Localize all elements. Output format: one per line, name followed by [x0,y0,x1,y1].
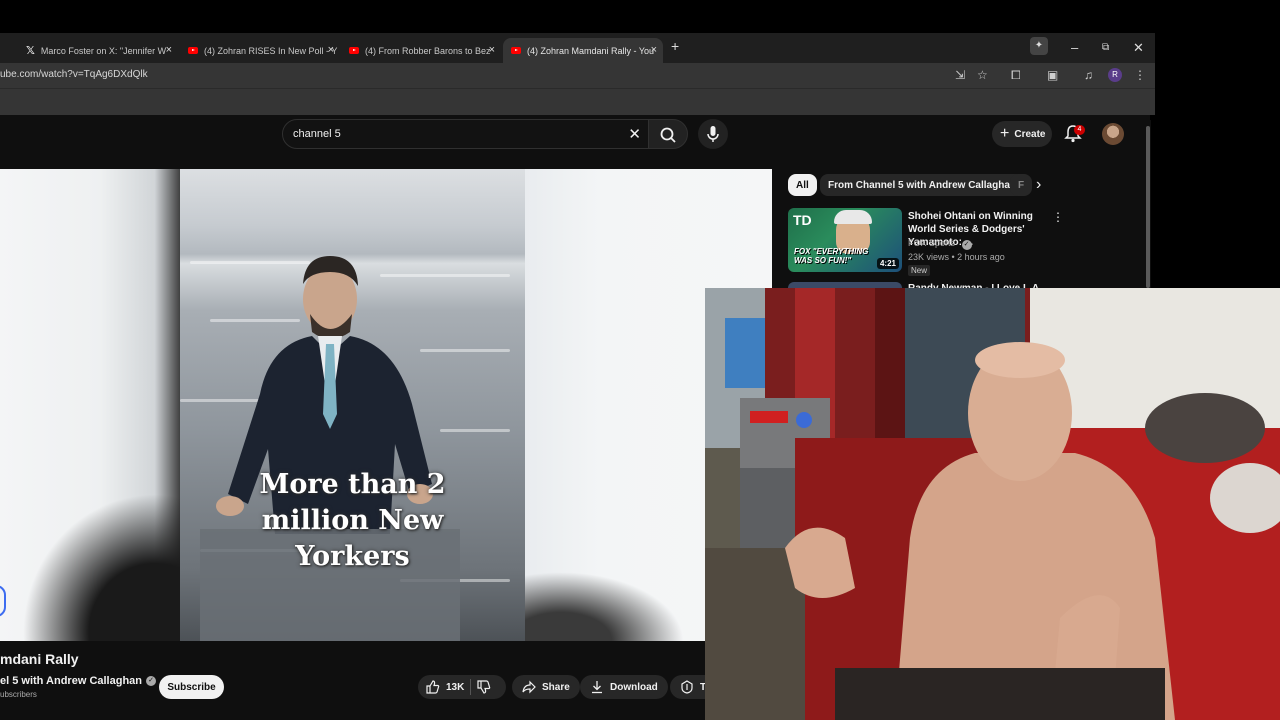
tab-label: (4) Zohran RISES In New Poll - Y [204,45,338,56]
minimize-icon[interactable]: – [1071,40,1078,55]
sidepanel-icon[interactable]: ▣ [1047,68,1058,82]
verified-check-icon: ✓ [961,240,972,250]
recommendation-views: 23K views • 2 hours ago [908,252,1005,262]
thumbnail-text-line: WAS SO FUN!" [794,256,852,265]
caption-line: More than 2 [259,469,446,500]
x-logo-icon: 𝕏 [26,45,35,57]
close-icon[interactable]: × [166,44,172,56]
chip-all[interactable]: All [788,174,817,196]
window-close-icon[interactable]: ✕ [1133,40,1144,56]
search-button[interactable] [648,119,688,149]
search-box[interactable]: channel 5 ✕ [282,119,650,149]
bookmark-star-icon[interactable]: ☆ [977,68,988,82]
tab-label: (4) Zohran Mamdani Rally - You [527,45,655,56]
subscribe-button[interactable]: Subscribe [159,675,224,699]
profile-avatar[interactable]: R [1108,68,1122,82]
like-dislike-group: 13K [418,675,506,699]
video-blur-left-shadow [0,470,182,641]
thumbs-down-icon[interactable] [477,680,491,694]
tab-partial-close[interactable]: × [0,38,10,63]
channel-info[interactable]: el 5 with Andrew Callaghan ✓ [0,675,157,687]
tab-marco-foster[interactable]: 𝕏 Marco Foster on X: "Jennifer W × [18,38,178,63]
video-frame: More than 2 million New Yorkers [180,169,525,641]
new-tab-button[interactable]: + [671,38,679,54]
like-count: 13K [446,681,465,693]
top-black-area [0,0,1280,33]
clear-search-icon[interactable]: ✕ [628,125,641,143]
microphone-icon [707,126,719,142]
browser-tab-bar: × 𝕏 Marco Foster on X: "Jennifer W × (4)… [0,33,1155,63]
url-field[interactable]: ube.com/watch?v=TqAg6DXdQlk [0,69,148,80]
share-label: Share [542,681,570,693]
tab-label: Marco Foster on X: "Jennifer W [40,45,167,56]
subscriber-count: ubscribers [0,690,37,699]
video-blur-right-shadow [525,560,705,641]
video-title: mdani Rally [0,651,79,667]
like-button[interactable]: 13K [426,680,464,694]
extensions-icon[interactable]: ⧠ [1011,68,1021,83]
verified-check-icon: ✓ [146,676,157,686]
gemini-icon[interactable]: ✦ [1030,37,1048,55]
media-control-icon[interactable]: ♫ [1084,68,1093,82]
youtube-favicon-icon [349,47,359,54]
webcam-overlay [705,288,1280,720]
thumbnail-cap [834,210,872,224]
recommendation-channel[interactable]: FOX Sports ✓ [908,238,972,250]
install-app-icon[interactable]: ⇲ [955,68,965,82]
download-label: Download [610,681,658,693]
create-button[interactable]: + Create [992,121,1052,147]
restore-icon[interactable]: ⧉ [1102,42,1109,53]
thumbnail-text: FOX "EVERYTHING WAS SO FUN!" [794,247,868,265]
search-input[interactable]: channel 5 [293,128,341,140]
thumbs-up-icon [426,680,440,694]
more-options-icon[interactable]: ⋮ [1052,210,1064,224]
caption-line: Yorkers [295,541,410,572]
video-caption: More than 2 million New Yorkers [180,467,525,575]
channel-name[interactable]: el 5 with Andrew Callaghan [0,675,142,687]
create-label: Create [1014,128,1046,140]
plus-icon: + [1000,125,1010,142]
close-icon[interactable]: × [651,44,657,56]
youtube-favicon-icon [188,47,198,54]
thanks-icon [681,680,693,694]
thumbnail-logo: TD [793,212,812,228]
download-icon [592,681,602,694]
share-icon [522,680,536,694]
tab-zohran-rises[interactable]: (4) Zohran RISES In New Poll - Y × [180,38,340,63]
tab-mamdani-rally[interactable]: (4) Zohran Mamdani Rally - You × [503,38,663,63]
notification-count-badge: 4 [1074,125,1085,135]
share-button[interactable]: Share [512,675,580,699]
youtube-favicon-icon [511,47,521,54]
tab-label: (4) From Robber Barons to Bez [365,45,491,56]
tab-robber-barons[interactable]: (4) From Robber Barons to Bez × [341,38,501,63]
download-button[interactable]: Download [580,675,668,699]
search-icon [660,127,676,143]
divider [470,679,472,695]
bookmarks-bar [0,88,1155,115]
chip-partial[interactable]: F [1010,174,1032,196]
address-bar: ube.com/watch?v=TqAg6DXdQlk ⇲ ☆ ⧠ ▣ ♫ R … [0,63,1155,88]
new-badge: New [908,265,931,276]
caption-line: million New [261,505,444,536]
close-icon[interactable]: × [489,44,495,56]
duration-badge: 4:21 [876,258,899,269]
voice-search-button[interactable] [698,119,728,149]
recommendation-thumbnail[interactable]: TD FOX "EVERYTHING WAS SO FUN!" 4:21 [788,208,902,272]
chip-from-channel[interactable]: From Channel 5 with Andrew Callaghan [820,174,1024,196]
page-scrollbar-thumb[interactable] [1146,126,1150,288]
menu-kebab-icon[interactable]: ⋮ [1134,68,1146,82]
account-avatar[interactable] [1102,123,1124,145]
chevron-right-icon[interactable]: › [1036,176,1041,194]
thumbnail-text-line: FOX "EVERYTHING [794,247,869,256]
man-in-suit-figure [200,256,460,641]
channel-name[interactable]: FOX Sports [908,238,955,248]
close-icon[interactable]: × [328,44,334,56]
webcam-scene [705,288,1280,720]
